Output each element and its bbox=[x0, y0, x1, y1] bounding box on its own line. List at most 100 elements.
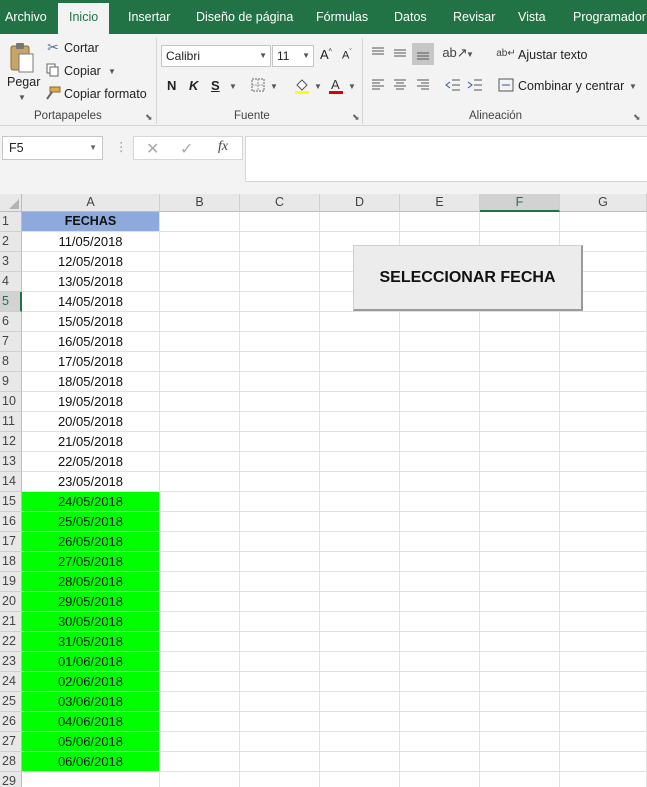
date-cell[interactable]: 16/05/2018 bbox=[22, 332, 160, 352]
grow-font-icon[interactable]: A^ bbox=[320, 47, 332, 62]
column-header-d[interactable]: D bbox=[320, 194, 400, 212]
orientation-icon[interactable]: ab↗ bbox=[442, 44, 467, 62]
column-header-c[interactable]: C bbox=[240, 194, 320, 212]
tab-inicio[interactable]: Inicio bbox=[58, 3, 110, 34]
row-header[interactable]: 13 bbox=[0, 452, 22, 472]
italic-button[interactable]: K bbox=[189, 78, 198, 93]
empty-cell[interactable] bbox=[560, 752, 647, 772]
empty-cell[interactable] bbox=[160, 432, 240, 452]
row-header[interactable]: 20 bbox=[0, 592, 22, 612]
select-all-corner[interactable] bbox=[0, 194, 22, 212]
empty-cell[interactable] bbox=[240, 532, 320, 552]
empty-cell[interactable] bbox=[400, 552, 480, 572]
empty-cell[interactable] bbox=[560, 512, 647, 532]
empty-cell[interactable] bbox=[480, 652, 560, 672]
empty-cell[interactable] bbox=[480, 352, 560, 372]
empty-cell[interactable] bbox=[400, 312, 480, 332]
column-header-f[interactable]: F bbox=[480, 194, 560, 212]
empty-cell[interactable] bbox=[320, 412, 400, 432]
underline-button[interactable]: S bbox=[211, 78, 220, 93]
row-header[interactable]: 9 bbox=[0, 372, 22, 392]
empty-cell[interactable] bbox=[240, 492, 320, 512]
row-header[interactable]: 17 bbox=[0, 532, 22, 552]
empty-cell[interactable] bbox=[480, 752, 560, 772]
empty-cell[interactable] bbox=[160, 472, 240, 492]
spreadsheet-grid[interactable]: ABCDEFG 1 FECHAS 2 11/05/2018 3 12/05/2018 4 13… bbox=[0, 194, 647, 787]
empty-cell[interactable] bbox=[160, 672, 240, 692]
empty-cell[interactable] bbox=[480, 372, 560, 392]
empty-cell[interactable] bbox=[560, 552, 647, 572]
empty-cell[interactable] bbox=[480, 552, 560, 572]
date-cell[interactable]: 29/05/2018 bbox=[22, 592, 160, 612]
empty-cell[interactable] bbox=[160, 452, 240, 472]
empty-cell[interactable] bbox=[560, 412, 647, 432]
empty-cell[interactable] bbox=[160, 312, 240, 332]
empty-cell[interactable] bbox=[320, 312, 400, 332]
empty-cell[interactable] bbox=[320, 592, 400, 612]
font-color-dropdown-icon[interactable]: ▼ bbox=[348, 82, 356, 91]
row-header[interactable]: 2 bbox=[0, 232, 22, 252]
date-cell[interactable]: 12/05/2018 bbox=[22, 252, 160, 272]
empty-cell[interactable] bbox=[400, 572, 480, 592]
column-header-a[interactable]: A bbox=[22, 194, 160, 212]
empty-cell[interactable] bbox=[400, 692, 480, 712]
align-right-icon[interactable] bbox=[414, 76, 432, 94]
empty-cell[interactable] bbox=[240, 232, 320, 252]
date-cell[interactable]: 14/05/2018 bbox=[22, 292, 160, 312]
empty-cell[interactable] bbox=[160, 272, 240, 292]
empty-cell[interactable] bbox=[400, 772, 480, 787]
row-header[interactable]: 18 bbox=[0, 552, 22, 572]
date-cell[interactable]: 06/06/2018 bbox=[22, 752, 160, 772]
empty-cell[interactable] bbox=[400, 472, 480, 492]
empty-cell[interactable] bbox=[320, 452, 400, 472]
empty-cell[interactable] bbox=[400, 452, 480, 472]
empty-cell[interactable] bbox=[160, 612, 240, 632]
row-header[interactable]: 27 bbox=[0, 732, 22, 752]
empty-cell[interactable] bbox=[320, 212, 400, 232]
empty-cell[interactable] bbox=[160, 752, 240, 772]
empty-cell[interactable] bbox=[160, 372, 240, 392]
empty-cell[interactable] bbox=[560, 632, 647, 652]
date-cell[interactable]: 18/05/2018 bbox=[22, 372, 160, 392]
empty-cell[interactable] bbox=[160, 532, 240, 552]
empty-cell[interactable] bbox=[240, 292, 320, 312]
empty-cell[interactable] bbox=[400, 712, 480, 732]
date-cell[interactable]: 17/05/2018 bbox=[22, 352, 160, 372]
increase-indent-icon[interactable] bbox=[466, 76, 484, 94]
row-header[interactable]: 12 bbox=[0, 432, 22, 452]
date-cell[interactable]: 26/05/2018 bbox=[22, 532, 160, 552]
empty-cell[interactable] bbox=[480, 772, 560, 787]
empty-cell[interactable] bbox=[560, 692, 647, 712]
empty-cell[interactable] bbox=[400, 212, 480, 232]
date-cell[interactable]: 31/05/2018 bbox=[22, 632, 160, 652]
date-cell[interactable]: 01/06/2018 bbox=[22, 652, 160, 672]
empty-cell[interactable] bbox=[560, 212, 647, 232]
empty-cell[interactable] bbox=[400, 752, 480, 772]
empty-cell[interactable] bbox=[240, 252, 320, 272]
row-header[interactable]: 5 bbox=[0, 292, 22, 312]
empty-cell[interactable] bbox=[480, 612, 560, 632]
empty-cell[interactable] bbox=[480, 392, 560, 412]
align-center-icon[interactable] bbox=[391, 76, 409, 94]
date-cell[interactable]: 13/05/2018 bbox=[22, 272, 160, 292]
empty-cell[interactable] bbox=[240, 332, 320, 352]
align-middle-icon[interactable] bbox=[391, 44, 409, 62]
empty-cell[interactable] bbox=[320, 512, 400, 532]
empty-cell[interactable] bbox=[160, 512, 240, 532]
date-cell[interactable]: 24/05/2018 bbox=[22, 492, 160, 512]
copy-dropdown-icon[interactable]: ▼ bbox=[108, 67, 116, 76]
row-header[interactable]: 8 bbox=[0, 352, 22, 372]
empty-cell[interactable] bbox=[240, 472, 320, 492]
date-cell[interactable]: 04/06/2018 bbox=[22, 712, 160, 732]
empty-cell[interactable] bbox=[400, 592, 480, 612]
fill-color-dropdown-icon[interactable]: ▼ bbox=[314, 82, 322, 91]
empty-cell[interactable] bbox=[560, 312, 647, 332]
empty-cell[interactable] bbox=[240, 312, 320, 332]
underline-dropdown-icon[interactable]: ▼ bbox=[229, 82, 237, 91]
empty-cell[interactable] bbox=[560, 772, 647, 787]
empty-cell[interactable] bbox=[480, 692, 560, 712]
wrap-text-button[interactable]: Ajustar texto bbox=[518, 48, 587, 62]
empty-cell[interactable] bbox=[320, 692, 400, 712]
empty-cell[interactable] bbox=[240, 772, 320, 787]
empty-cell[interactable] bbox=[240, 372, 320, 392]
